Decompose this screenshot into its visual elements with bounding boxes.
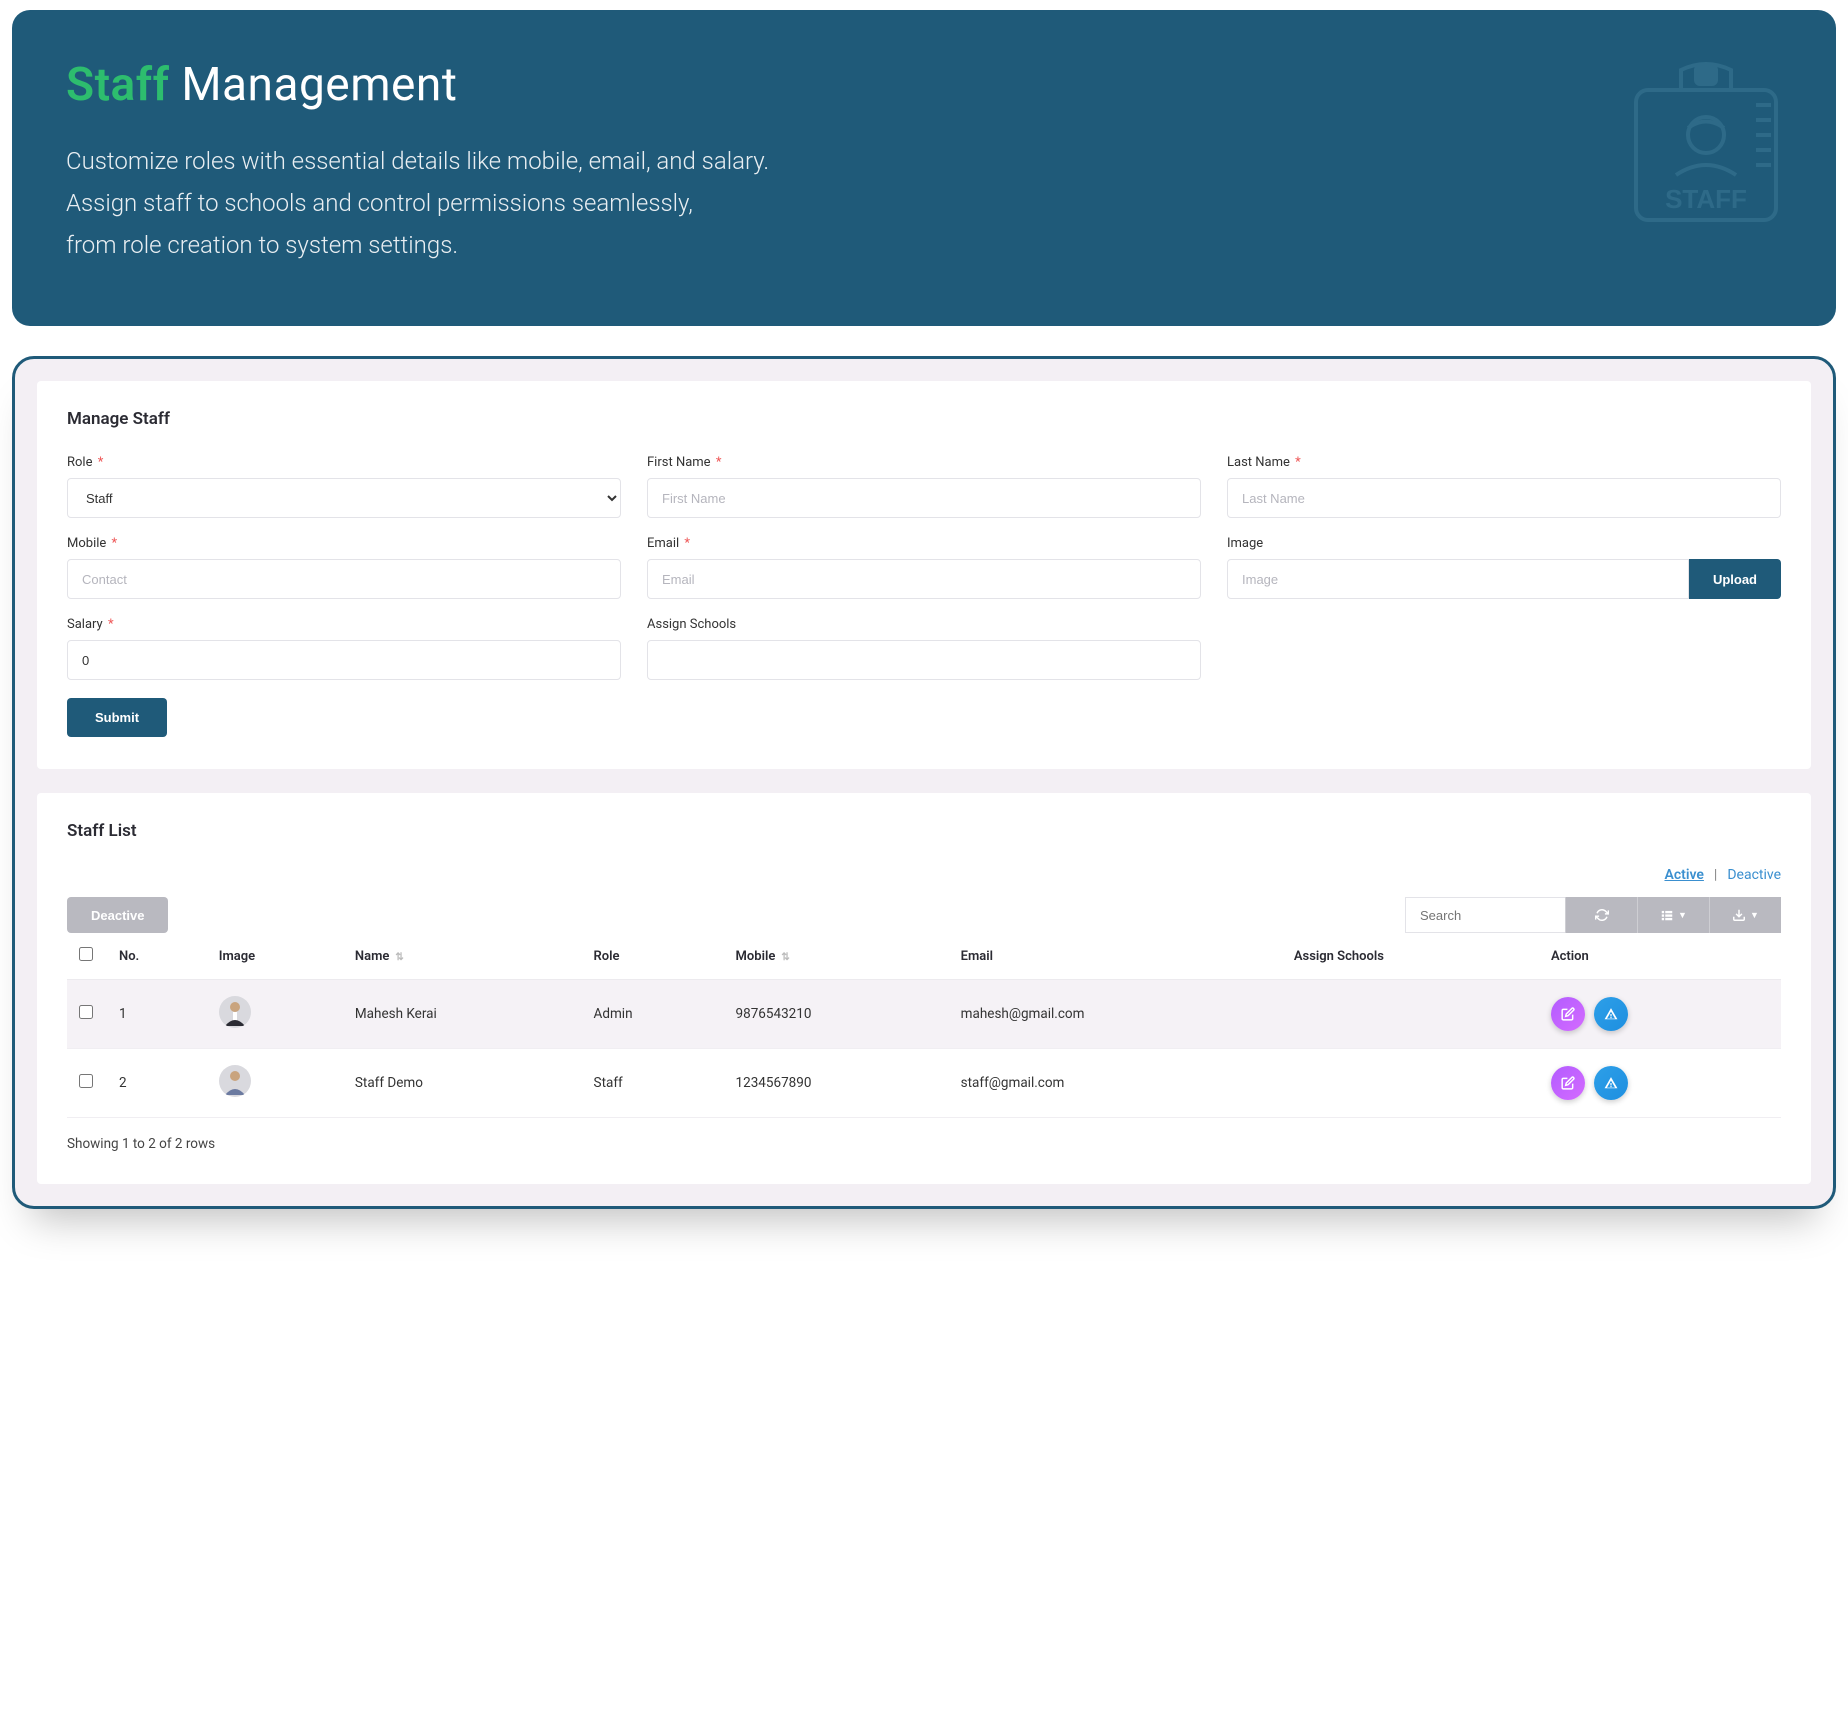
mobile-input[interactable] bbox=[67, 559, 621, 599]
salary-input[interactable] bbox=[67, 640, 621, 680]
staff-list-card: Staff List Active | Deactive Deactive ▼ … bbox=[37, 793, 1811, 1184]
cell-assign-schools bbox=[1282, 980, 1539, 1049]
list-icon bbox=[1660, 908, 1674, 922]
assign-schools-label: Assign Schools bbox=[647, 617, 1201, 632]
edit-icon bbox=[1561, 1076, 1575, 1090]
warning-button[interactable] bbox=[1594, 1066, 1628, 1100]
image-input[interactable] bbox=[1227, 559, 1689, 599]
role-select[interactable]: Staff bbox=[67, 478, 621, 518]
download-icon bbox=[1732, 908, 1746, 922]
submit-button[interactable]: Submit bbox=[67, 698, 167, 737]
hero-subtitle: Customize roles with essential details l… bbox=[66, 140, 1782, 266]
caret-down-icon: ▼ bbox=[1750, 910, 1759, 920]
row-checkbox[interactable] bbox=[79, 1074, 93, 1088]
row-checkbox[interactable] bbox=[79, 1005, 93, 1019]
edit-button[interactable] bbox=[1551, 1066, 1585, 1100]
edit-icon bbox=[1561, 1007, 1575, 1021]
cell-email: mahesh@gmail.com bbox=[949, 980, 1282, 1049]
table-row: 1 Mahesh Kerai Admin 9876543210 mahesh@g… bbox=[67, 980, 1781, 1049]
export-button[interactable]: ▼ bbox=[1709, 897, 1781, 933]
status-filter-tabs: Active | Deactive bbox=[67, 867, 1781, 883]
avatar bbox=[219, 996, 251, 1028]
salary-label: Salary * bbox=[67, 617, 621, 632]
email-field: Email * bbox=[647, 536, 1201, 599]
salary-field: Salary * bbox=[67, 617, 621, 680]
caret-down-icon: ▼ bbox=[1678, 910, 1687, 920]
manage-staff-card: Manage Staff Role * Staff First Name * L… bbox=[37, 381, 1811, 769]
filter-active-link[interactable]: Active bbox=[1664, 867, 1703, 883]
col-email: Email bbox=[949, 933, 1282, 980]
warning-button[interactable] bbox=[1594, 997, 1628, 1031]
cell-role: Staff bbox=[582, 1049, 724, 1118]
cell-mobile: 9876543210 bbox=[724, 980, 949, 1049]
staff-badge-icon: STAFF bbox=[1626, 60, 1786, 230]
warning-icon bbox=[1604, 1076, 1618, 1090]
assign-schools-input[interactable] bbox=[647, 640, 1201, 680]
col-name[interactable]: Name bbox=[343, 933, 582, 980]
cell-no: 2 bbox=[107, 1049, 207, 1118]
manage-staff-heading: Manage Staff bbox=[67, 409, 1781, 429]
select-all-checkbox[interactable] bbox=[79, 947, 93, 961]
refresh-icon bbox=[1595, 908, 1609, 922]
cell-mobile: 1234567890 bbox=[724, 1049, 949, 1118]
refresh-button[interactable] bbox=[1565, 897, 1637, 933]
cell-email: staff@gmail.com bbox=[949, 1049, 1282, 1118]
first-name-input[interactable] bbox=[647, 478, 1201, 518]
avatar bbox=[219, 1065, 251, 1097]
role-label: Role * bbox=[67, 455, 621, 470]
image-label: Image bbox=[1227, 536, 1781, 551]
table-controls: Deactive ▼ ▼ bbox=[67, 897, 1781, 933]
mobile-label: Mobile * bbox=[67, 536, 621, 551]
col-image: Image bbox=[207, 933, 343, 980]
col-assign-schools: Assign Schools bbox=[1282, 933, 1539, 980]
hero-title: Staff Management bbox=[66, 58, 1782, 112]
last-name-input[interactable] bbox=[1227, 478, 1781, 518]
email-input[interactable] bbox=[647, 559, 1201, 599]
columns-button[interactable]: ▼ bbox=[1637, 897, 1709, 933]
svg-text:STAFF: STAFF bbox=[1665, 184, 1747, 214]
hero-banner: Staff Management Customize roles with es… bbox=[12, 10, 1836, 326]
pagination-info: Showing 1 to 2 of 2 rows bbox=[67, 1136, 1781, 1152]
filter-separator: | bbox=[1714, 867, 1717, 883]
search-input[interactable] bbox=[1405, 897, 1565, 933]
cell-no: 1 bbox=[107, 980, 207, 1049]
first-name-field: First Name * bbox=[647, 455, 1201, 518]
hero-title-rest: Management bbox=[181, 58, 457, 112]
edit-button[interactable] bbox=[1551, 997, 1585, 1031]
last-name-field: Last Name * bbox=[1227, 455, 1781, 518]
cell-assign-schools bbox=[1282, 1049, 1539, 1118]
col-action: Action bbox=[1539, 933, 1781, 980]
col-no: No. bbox=[107, 933, 207, 980]
main-panel: Manage Staff Role * Staff First Name * L… bbox=[12, 356, 1836, 1209]
mobile-field: Mobile * bbox=[67, 536, 621, 599]
upload-button[interactable]: Upload bbox=[1689, 559, 1781, 599]
role-field: Role * Staff bbox=[67, 455, 621, 518]
cell-role: Admin bbox=[582, 980, 724, 1049]
last-name-label: Last Name * bbox=[1227, 455, 1781, 470]
image-field: Image Upload bbox=[1227, 536, 1781, 599]
email-label: Email * bbox=[647, 536, 1201, 551]
staff-table: No. Image Name Role Mobile Email Assign … bbox=[67, 933, 1781, 1118]
cell-name: Staff Demo bbox=[343, 1049, 582, 1118]
table-row: 2 Staff Demo Staff 1234567890 staff@gmai… bbox=[67, 1049, 1781, 1118]
filter-deactive-link[interactable]: Deactive bbox=[1727, 867, 1781, 883]
hero-title-accent: Staff bbox=[66, 58, 169, 112]
col-role: Role bbox=[582, 933, 724, 980]
warning-icon bbox=[1604, 1007, 1618, 1021]
bulk-deactive-button[interactable]: Deactive bbox=[67, 897, 168, 933]
first-name-label: First Name * bbox=[647, 455, 1201, 470]
staff-list-heading: Staff List bbox=[67, 821, 1781, 841]
col-mobile[interactable]: Mobile bbox=[724, 933, 949, 980]
assign-schools-field: Assign Schools bbox=[647, 617, 1201, 680]
cell-name: Mahesh Kerai bbox=[343, 980, 582, 1049]
